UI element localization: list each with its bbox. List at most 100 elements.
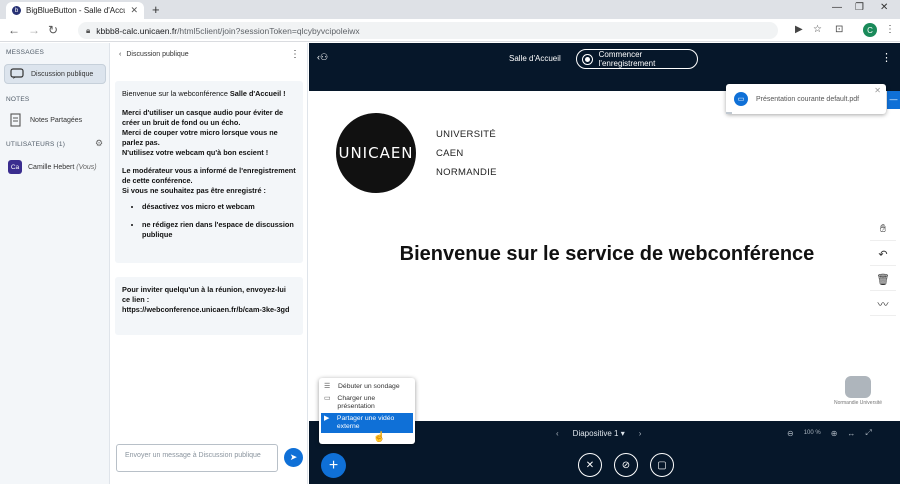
menu-item-start-poll[interactable]: ☰ Débuter un sondage [321,381,413,393]
welcome-line-2: Merci de couper votre micro lorsque vous… [122,128,278,147]
camera-icon[interactable]: ▶ [795,24,803,35]
lock-icon: 🔒︎ [86,25,91,35]
close-tab-icon[interactable]: ✕ [130,5,138,16]
zoom-out-icon[interactable]: ⊖ [787,429,794,438]
logo-line-1: UNIVERSITÉ [436,129,497,140]
gear-icon[interactable]: ⚙ [95,138,103,149]
close-window-icon[interactable]: ✕ [880,2,888,13]
minimize-icon[interactable]: — [832,2,842,13]
welcome-bullet-1: désactivez vos micro et webcam [142,202,296,212]
hide-chat-chevron-icon[interactable]: ‹ [119,51,121,58]
video-icon: ▶ [324,415,330,422]
chat-panel: ‹ Discussion publique ⋮ Bienvenue sur la… [111,43,308,484]
next-slide-icon[interactable]: › [639,429,642,438]
whiteboard-toolbar: ✋︎ ↶ 🗑︎ 〰 [870,218,896,316]
new-tab-icon[interactable]: + [152,2,160,17]
extension-icon[interactable]: ⊡ [835,24,843,35]
actions-dropdown-menu: ☰ Débuter un sondage ▭ Charger une prése… [319,378,415,444]
poll-icon: ☰ [324,383,331,390]
send-icon: ➤ [289,452,298,462]
actions-plus-button[interactable]: + [321,453,346,478]
url-field[interactable]: 🔒︎ kbbb8-calc.unicaen.fr/html5client/joi… [78,22,778,39]
browser-menu-icon[interactable]: ⋮ [885,24,895,35]
toast-close-icon[interactable]: ✕ [874,86,881,95]
share-screen-button[interactable]: ▢ [650,453,674,477]
zoom-in-icon[interactable]: ⊕ [831,429,838,438]
browser-tab-bar: b BigBlueButton - Salle d'Accueil ✕ + — … [0,0,900,19]
sidebar-item-public-chat[interactable]: Discussion publique [4,64,106,84]
zoom-value: 100 % [803,430,821,436]
profile-avatar[interactable]: C [863,23,877,37]
maximize-icon[interactable]: ❐ [855,2,864,13]
mute-microphone-button[interactable]: ✕ [578,453,602,477]
menu-item-label: Débuter un sondage [338,383,400,390]
chat-message-input[interactable]: Envoyer un message à Discussion publique [116,444,278,472]
reload-icon[interactable]: ↻ [48,23,58,37]
welcome-bullet-2: ne rédigez rien dans l'espace de discuss… [142,220,296,240]
normandie-logo-label: Normandie Université [833,400,883,406]
toggle-user-list-icon[interactable]: ‹⚇ [317,52,328,63]
logo-line-2: CAEN [436,148,464,159]
room-title: Salle d'Accueil [509,54,561,63]
back-icon[interactable]: ← [8,23,20,37]
previous-slide-icon[interactable]: ‹ [556,429,559,438]
slide-selector-label: Diapositive 1 [572,429,619,438]
bbb-favicon-icon: b [12,6,21,15]
fit-width-icon[interactable]: ↔ [847,429,855,438]
screenshare-off-icon: ▢ [657,459,667,471]
options-menu-icon[interactable]: ⋮ [881,51,892,64]
welcome-suffix: ! [281,89,286,98]
normandie-logo-mark [845,376,871,398]
invite-text: Pour inviter quelqu'un à la réunion, env… [122,285,286,304]
actions-bar: + ✕ ⊘ ▢ [309,445,900,484]
menu-item-upload-presentation[interactable]: ▭ Charger une présentation [321,393,413,413]
welcome-message: Bienvenue sur la webconférence Salle d'A… [115,81,303,263]
chat-header: ‹ Discussion publique ⋮ [111,43,308,65]
slide-title: Bienvenue sur le service de webconférenc… [399,243,815,265]
user-avatar: Ca [8,160,22,174]
chat-title: Discussion publique [126,50,189,58]
microphone-off-icon: ✕ [585,459,595,471]
welcome-line-3: N'utilisez votre webcam qu'à bon escient… [122,148,269,157]
trash-icon[interactable]: 🗑︎ [870,268,896,291]
hand-tool-icon[interactable]: ✋︎ [870,218,896,241]
minimize-presentation-button[interactable]: — [887,91,900,109]
url-domain: kbbb8-calc.unicaen.fr [96,25,178,36]
webcam-off-icon: ⊘ [621,459,631,471]
unicaen-logo: UNICAEN [336,113,416,193]
chat-options-icon[interactable]: ⋮ [290,49,300,60]
welcome-prefix: Bienvenue sur la webconférence [122,89,230,98]
nav-bar: ‹⚇ Salle d'Accueil Commencer l'enregistr… [309,43,900,75]
multi-user-icon[interactable]: 〰 [870,293,896,316]
slide-selector[interactable]: Diapositive 1 ▾ [573,429,625,438]
send-message-button[interactable]: ➤ [284,448,303,467]
zoom-controls: ⊖ 100 % ⊕ ↔ ⤢ [787,428,872,438]
fullscreen-icon[interactable]: ⤢ [865,428,871,438]
chat-icon [9,67,25,81]
record-icon [582,53,593,65]
url-path: /html5client/join?sessionToken=qlcybyvci… [177,25,360,36]
user-list-item[interactable]: Ca Camille Hebert (Vous) [4,157,106,177]
undo-icon[interactable]: ↶ [870,243,896,266]
logo-line-3: NORMANDIE [436,167,497,178]
users-section-title: UTILISATEURS (1) [6,141,66,148]
hand-cursor-icon: ☝ [373,432,386,443]
browser-tab[interactable]: b BigBlueButton - Salle d'Accueil ✕ [6,2,144,19]
forward-icon[interactable]: → [28,23,40,37]
menu-item-label: Partager une vidéo externe [336,415,395,430]
user-name: Camille Hebert [28,163,75,171]
share-webcam-button[interactable]: ⊘ [614,453,638,477]
welcome-line-5: Si vous ne souhaitez pas être enregistré… [122,186,266,195]
sidebar-item-shared-notes[interactable]: Notes Partagées [4,110,106,130]
public-chat-label: Discussion publique [31,70,94,78]
invite-link[interactable]: https://webconference.unicaen.fr/b/cam-3… [122,305,296,315]
menu-item-label: Charger une présentation [337,395,376,410]
notes-icon [8,113,24,127]
menu-item-share-external-video[interactable]: ▶ Partager une vidéo externe [321,413,413,433]
address-bar-row: ← → ↻ 🔒︎ kbbb8-calc.unicaen.fr/html5clie… [0,19,900,42]
start-recording-button[interactable]: Commencer l'enregistrement [576,49,698,69]
record-label: Commencer l'enregistrement [598,50,656,68]
welcome-line-1: Merci d'utiliser un casque audio pour év… [122,108,284,127]
star-icon[interactable]: ☆ [813,24,822,35]
user-list-sidebar: MESSAGES Discussion publique NOTES Notes… [0,43,110,484]
